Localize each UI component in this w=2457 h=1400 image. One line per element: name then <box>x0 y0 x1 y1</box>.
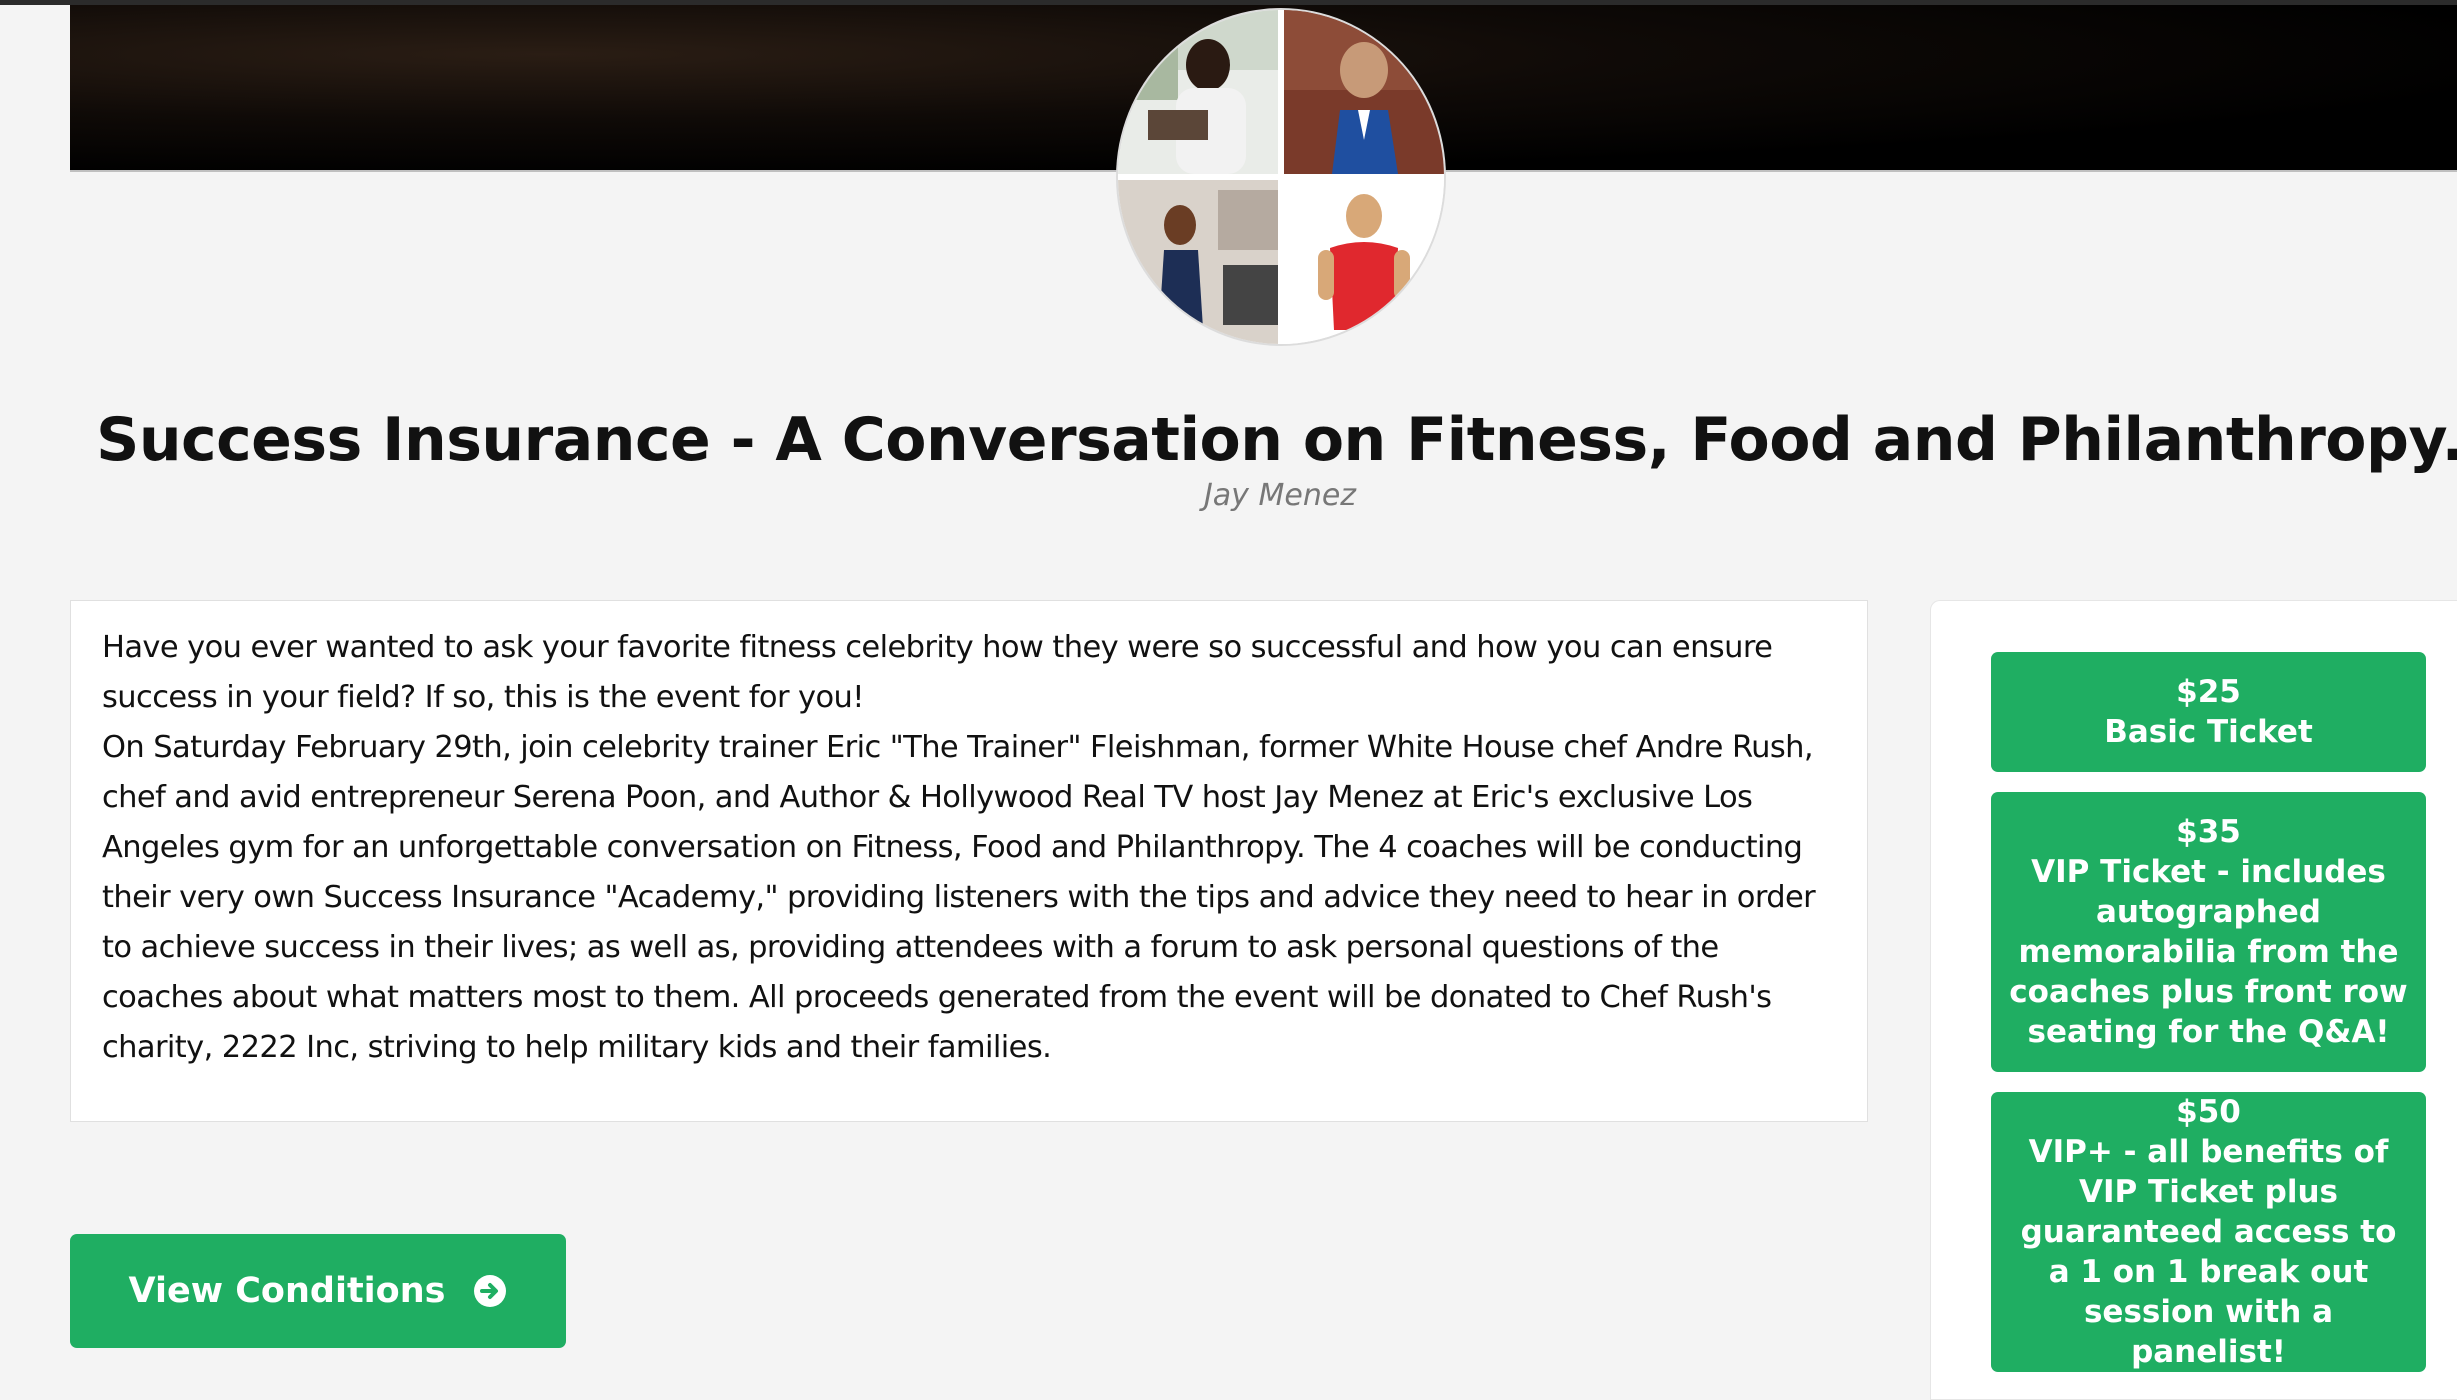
view-conditions-button[interactable]: View Conditions <box>70 1234 566 1348</box>
ticket-label: Basic Ticket <box>2104 714 2313 750</box>
ticket-label: VIP+ - all benefits of VIP Ticket plus g… <box>2020 1134 2397 1370</box>
ticket-button-basic[interactable]: $25 Basic Ticket <box>1991 652 2426 772</box>
event-description-card: Have you ever wanted to ask your favorit… <box>70 600 1868 1122</box>
organizer-avatar-collage <box>1118 10 1444 344</box>
description-paragraph: On Saturday February 29th, join celebrit… <box>102 730 1816 1065</box>
description-paragraph: Have you ever wanted to ask your favorit… <box>102 630 1773 715</box>
organizer-name[interactable]: Jay Menez <box>0 478 2457 513</box>
view-conditions-label: View Conditions <box>128 1271 446 1311</box>
ticket-price: $50 <box>2176 1094 2241 1130</box>
event-title: Success Insurance - A Conversation on Fi… <box>96 405 2457 475</box>
arrow-circle-right-icon <box>473 1274 507 1308</box>
ticket-label: VIP Ticket - includes autographed memora… <box>2009 854 2408 1050</box>
ticket-price: $35 <box>2176 814 2241 850</box>
ticket-button-vip-plus[interactable]: $50 VIP+ - all benefits of VIP Ticket pl… <box>1991 1092 2426 1372</box>
ticket-button-vip[interactable]: $35 VIP Ticket - includes autographed me… <box>1991 792 2426 1072</box>
ticket-price: $25 <box>2176 674 2241 710</box>
